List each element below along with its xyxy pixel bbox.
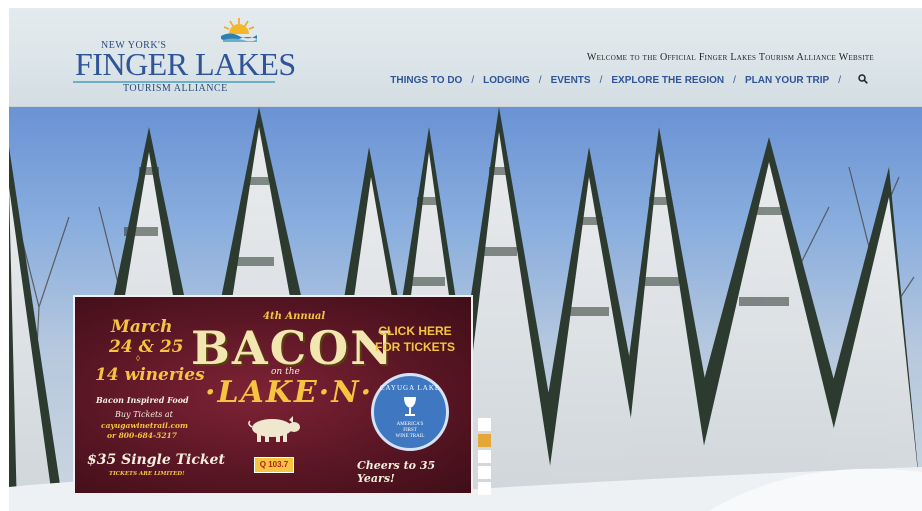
ad-dates: 24 & 25 [109, 337, 184, 357]
slide-dot-3[interactable] [478, 450, 491, 463]
seal-top-text: CAYUGA LAKE [379, 384, 441, 392]
seal-middle-text: AMERICA'S FIRST [374, 422, 446, 434]
wine-trail-seal: CAYUGA LAKE AMERICA'S FIRST WINE TRAIL [371, 373, 449, 451]
ad-month: March [111, 317, 173, 337]
slide-dot-4[interactable] [478, 466, 491, 479]
nav-plan-your-trip[interactable]: PLAN YOUR TRIP [745, 75, 829, 86]
logo-subtitle: Tourism Alliance [123, 83, 228, 94]
search-icon[interactable] [858, 74, 868, 87]
ad-buy-tickets-text: Buy Tickets at [115, 410, 173, 419]
site-logo[interactable]: New York's Finger Lakes Tourism Alliance [73, 16, 296, 98]
ad-limited-note: TICKETS ARE LIMITED! [109, 471, 185, 477]
nav-separator: / [599, 75, 603, 86]
pig-icon [248, 416, 300, 442]
bacon-on-the-lake-ad-banner[interactable]: March 24 & 25 ◊ 14 wineries Bacon Inspir… [73, 295, 473, 495]
welcome-message: Welcome to the Official Finger Lakes Tou… [586, 52, 874, 63]
nav-explore-the-region[interactable]: EXPLORE THE REGION [611, 75, 724, 86]
ad-for-tickets: FOR TICKETS [375, 340, 455, 354]
slide-dot-2[interactable] [478, 434, 491, 447]
nav-separator: / [733, 75, 736, 86]
nav-separator: / [838, 75, 841, 86]
ad-cheers-text: Cheers to 35 Years! [357, 459, 436, 485]
nav-lodging[interactable]: LODGING [483, 75, 530, 86]
ad-website: cayugawinetrail.com [101, 421, 188, 430]
ad-click-for-tickets[interactable]: CLICK HERE FOR TICKETS [375, 323, 455, 355]
seal-bottom-text: WINE TRAIL [395, 434, 425, 439]
nav-things-to-do[interactable]: THINGS TO DO [390, 75, 462, 86]
sun-over-water-icon [221, 18, 257, 42]
ad-phone: or 800-684-5217 [107, 431, 177, 440]
ad-divider-diamond: ◊ [136, 354, 140, 363]
radio-sponsor-logo: Q 103.7 [254, 457, 294, 473]
ad-wineries-count: 14 wineries [95, 365, 205, 385]
nav-events[interactable]: EVENTS [551, 75, 591, 86]
main-navigation: THINGS TO DO / LODGING / EVENTS / EXPLOR… [390, 74, 868, 87]
nav-separator: / [538, 75, 542, 86]
slide-dot-5[interactable] [478, 482, 491, 495]
ad-single-ticket-price: $35 Single Ticket [87, 452, 225, 468]
slider-pagination [478, 418, 491, 498]
nav-separator: / [471, 75, 475, 86]
ad-bacon-food-text: Bacon Inspired Food [96, 395, 189, 405]
slide-dot-1[interactable] [478, 418, 491, 431]
wine-glass-icon [404, 397, 416, 416]
logo-title: Finger Lakes [75, 46, 296, 82]
ad-lake-title: ·LAKE·N· [205, 375, 374, 410]
ad-click-here: CLICK HERE [378, 324, 452, 338]
site-header: New York's Finger Lakes Tourism Alliance… [9, 8, 922, 107]
